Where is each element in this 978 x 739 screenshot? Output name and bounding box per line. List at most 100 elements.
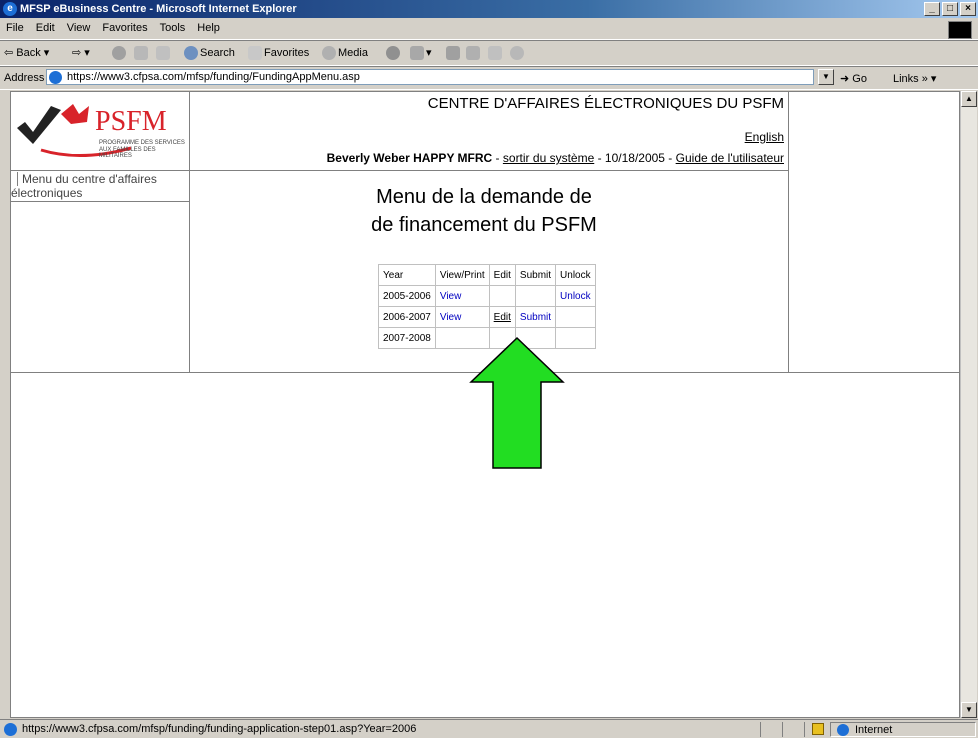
year-cell: 2005-2006 [378, 285, 436, 307]
logo-text: PSFM [95, 106, 167, 137]
menu-favorites[interactable]: Favorites [96, 19, 153, 34]
logo-area: PSFM PROGRAMME DES SERVICES AUX FAMILLES… [11, 92, 190, 171]
page-title: Menu de la demande de de financement du … [190, 183, 778, 239]
security-zone: Internet [830, 722, 976, 737]
home-icon[interactable] [156, 46, 172, 60]
menu-tools[interactable]: Tools [154, 19, 192, 34]
menu-edit[interactable]: Edit [30, 19, 61, 34]
sidebar-nav-line2[interactable]: électroniques [11, 186, 82, 200]
windows-logo-icon [948, 21, 972, 39]
header: CENTRE D'AFFAIRES ÉLECTRONIQUES DU PSFM … [190, 92, 789, 171]
links-label: Links [893, 73, 919, 85]
logo-sub1: PROGRAMME DES SERVICES [99, 140, 185, 146]
links-button[interactable]: Links » ▾ [893, 72, 936, 85]
user-info: Beverly Weber HAPPY MFRC - sortir du sys… [327, 151, 784, 165]
menu-view[interactable]: View [61, 19, 97, 34]
unlock-cell [555, 306, 596, 328]
search-button[interactable]: Search [184, 46, 235, 60]
favorites-label: Favorites [264, 46, 310, 59]
messenger-icon[interactable] [510, 46, 526, 60]
menu-file[interactable]: File [0, 19, 30, 34]
discuss-icon[interactable] [488, 46, 504, 60]
menu-help[interactable]: Help [191, 19, 226, 34]
back-label: Back [16, 47, 41, 59]
minimize-button[interactable]: _ [924, 2, 940, 16]
page-title-line1: Menu de la demande de [376, 186, 592, 208]
favorites-icon [248, 46, 262, 60]
status-page-icon [4, 723, 17, 736]
site-title: CENTRE D'AFFAIRES ÉLECTRONIQUES DU PSFM [427, 95, 784, 112]
table-row: 2006-2007 View Edit Submit [378, 306, 596, 328]
close-button[interactable]: × [960, 2, 976, 16]
page-icon [49, 71, 62, 84]
window-title: MFSP eBusiness Centre - Microsoft Intern… [20, 3, 297, 15]
address-url: https://www3.cfpsa.com/mfsp/funding/Fund… [67, 71, 360, 83]
go-label: Go [852, 73, 867, 85]
favorites-button[interactable]: Favorites [248, 46, 309, 60]
green-arrow-icon [469, 336, 565, 469]
menu-bar: File Edit View Favorites Tools Help [0, 19, 978, 40]
browser-window: e MFSP eBusiness Centre - Microsoft Inte… [0, 0, 978, 738]
col-header-view: View/Print [434, 264, 490, 286]
logout-link[interactable]: sortir du système [503, 151, 594, 165]
stop-icon[interactable] [112, 46, 128, 60]
table-header-row: Year View/Print Edit Submit Unlock [378, 264, 596, 286]
edit-page-icon[interactable] [466, 46, 482, 60]
zone-label: Internet [855, 724, 893, 736]
media-button[interactable]: Media [322, 46, 368, 60]
address-dropdown-button[interactable]: ▼ [818, 69, 834, 85]
view-cell: View [434, 306, 490, 328]
col-header-submit: Submit [514, 264, 557, 286]
edit-cell [488, 285, 516, 307]
refresh-icon[interactable] [134, 46, 150, 60]
submit-cell [514, 285, 557, 307]
submit-link[interactable]: Submit [520, 312, 551, 323]
scroll-down-button[interactable]: ▼ [961, 702, 977, 718]
print-icon[interactable] [446, 46, 462, 60]
unlock-cell: Unlock [555, 285, 596, 307]
date-text: - 10/18/2005 - [594, 151, 676, 165]
english-link[interactable]: English [745, 130, 784, 144]
maximize-button[interactable]: □ [942, 2, 958, 16]
sidebar: Menu du centre d'affaires électroniques [11, 171, 190, 373]
address-input[interactable]: https://www3.cfpsa.com/mfsp/funding/Fund… [46, 69, 814, 85]
sidebar-nav-line1[interactable]: Menu du centre d'affaires [17, 172, 157, 186]
view-cell: View [434, 285, 490, 307]
title-bar: e MFSP eBusiness Centre - Microsoft Inte… [0, 0, 978, 18]
col-header-year: Year [378, 264, 436, 286]
status-bar: https://www3.cfpsa.com/mfsp/funding/fund… [0, 719, 978, 739]
search-icon [184, 46, 198, 60]
col-header-unlock: Unlock [555, 264, 596, 286]
table-row: 2005-2006 View Unlock [378, 285, 596, 307]
unlock-link[interactable]: Unlock [560, 291, 591, 302]
go-button[interactable]: ➜ Go [840, 72, 867, 85]
address-bar: Address https://www3.cfpsa.com/mfsp/fund… [0, 66, 978, 90]
media-label: Media [338, 46, 368, 59]
separator: - [492, 151, 503, 165]
vertical-scrollbar[interactable]: ▲ ▼ [960, 91, 977, 718]
submit-cell: Submit [514, 306, 557, 328]
col-header-edit: Edit [488, 264, 516, 286]
year-cell: 2006-2007 [378, 306, 436, 328]
view-link[interactable]: View [440, 291, 462, 302]
scroll-up-button[interactable]: ▲ [961, 91, 977, 107]
globe-icon [837, 724, 849, 736]
sidebar-nav-item[interactable]: Menu du centre d'affaires électroniques [11, 171, 189, 202]
view-link[interactable]: View [440, 312, 462, 323]
right-spacer [789, 92, 959, 373]
history-icon[interactable] [386, 46, 402, 60]
edit-link[interactable]: Edit [494, 312, 511, 323]
back-button[interactable]: ⇦ Back ▾ [4, 46, 49, 59]
forward-button[interactable]: ⇨ ▾ [72, 46, 90, 59]
page-title-line2: de financement du PSFM [371, 214, 597, 236]
user-guide-link[interactable]: Guide de l'utilisateur [676, 151, 784, 165]
ie-icon: e [3, 2, 17, 16]
edit-cell: Edit [488, 306, 516, 328]
user-name: Beverly Weber HAPPY MFRC [326, 151, 493, 165]
status-text: https://www3.cfpsa.com/mfsp/funding/fund… [22, 723, 417, 735]
lock-icon [812, 723, 824, 735]
media-icon [322, 46, 336, 60]
page-content: PSFM PROGRAMME DES SERVICES AUX FAMILLES… [10, 91, 960, 718]
mail-icon[interactable]: ▾ [410, 46, 432, 61]
year-cell: 2007-2008 [378, 327, 436, 349]
